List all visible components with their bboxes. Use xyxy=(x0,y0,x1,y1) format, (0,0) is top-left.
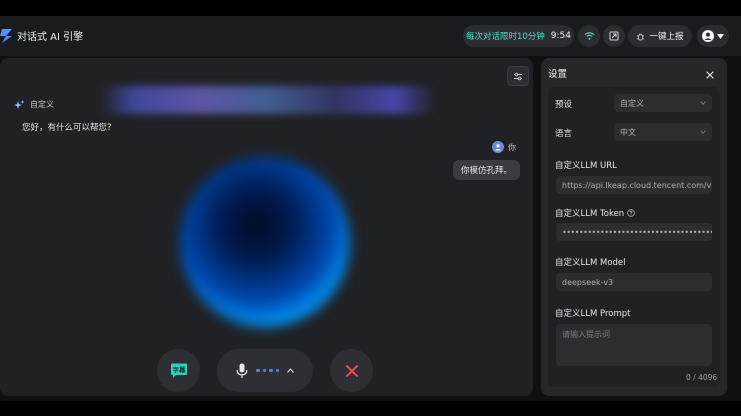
close-x-icon xyxy=(345,364,358,377)
pip-button[interactable] xyxy=(603,25,625,47)
person-icon xyxy=(495,144,501,151)
subtitle-toggle-button[interactable]: 字幕 xyxy=(157,349,200,392)
audio-level-dot xyxy=(269,368,273,373)
preset-label: 预设 xyxy=(555,100,573,110)
end-call-button[interactable] xyxy=(330,349,373,392)
caret-down-icon xyxy=(717,33,724,39)
report-label: 一键上报 xyxy=(649,32,684,42)
microphone-icon xyxy=(236,363,248,378)
app-title: 对话式 AI 引擎 xyxy=(17,32,84,43)
user-header: 你 xyxy=(492,141,516,153)
settings-title: 设置 xyxy=(548,69,568,80)
preset-value: 自定义 xyxy=(620,98,644,108)
top-letterbox xyxy=(0,0,741,16)
user-avatar-icon xyxy=(702,30,714,42)
audio-level-dot xyxy=(256,368,260,373)
chevron-up-icon[interactable] xyxy=(287,368,294,373)
settings-toggle-button[interactable] xyxy=(507,66,529,86)
wifi-icon xyxy=(584,32,594,40)
agent-message: 您好，有什么可以帮您? xyxy=(22,123,112,133)
llm-model-input[interactable]: deepseek-v3 xyxy=(556,273,712,291)
account-menu-button[interactable] xyxy=(697,25,729,47)
timer-value: 9:54 xyxy=(550,31,572,41)
user-name: 你 xyxy=(508,142,516,152)
help-icon[interactable] xyxy=(627,209,636,217)
blurred-video-strip xyxy=(100,86,435,114)
app-header: 对话式 AI 引擎 每次对话限时10分钟 9:54 一键上报 xyxy=(0,16,741,56)
llm-prompt-textarea[interactable]: 请输入提示词 xyxy=(556,324,712,366)
chevron-down-icon xyxy=(700,130,706,134)
preset-select[interactable]: 自定义 xyxy=(614,94,712,112)
user-avatar xyxy=(492,141,504,153)
subtitle-icon: 字幕 xyxy=(170,363,187,378)
bottom-letterbox xyxy=(0,401,741,416)
llm-url-label: 自定义LLM URL xyxy=(555,161,617,171)
bug-icon xyxy=(637,33,645,41)
close-icon[interactable] xyxy=(705,70,715,80)
agent-name: 自定义 xyxy=(30,100,54,109)
subtitle-label: 字幕 xyxy=(172,365,186,374)
sparkle-icon xyxy=(14,99,25,109)
audio-level-indicator xyxy=(256,368,279,373)
network-button[interactable] xyxy=(578,25,600,47)
llm-token-input[interactable]: •••••••••••••••••••••••••••••••••••• xyxy=(556,223,712,241)
language-value: 中文 xyxy=(620,127,636,137)
user-message: 你模仿孔拜。 xyxy=(453,160,521,180)
report-button[interactable]: 一键上报 xyxy=(628,25,692,47)
audio-level-dot xyxy=(262,368,266,373)
sliders-icon xyxy=(514,72,522,80)
chevron-down-icon xyxy=(700,101,706,105)
audio-level-dot xyxy=(275,368,279,373)
llm-prompt-label: 自定义LLM Prompt xyxy=(555,309,631,319)
agent-header: 自定义 xyxy=(14,99,54,110)
picture-in-picture-icon xyxy=(609,31,619,41)
llm-url-input[interactable]: https://api.lkeap.cloud.tencent.com/v1/ xyxy=(556,176,712,194)
llm-token-label-text: 自定义LLM Token xyxy=(555,209,625,219)
session-timer: 每次对话限时10分钟 9:54 xyxy=(463,25,574,47)
prompt-char-counter: 0 / 4096 xyxy=(686,373,718,382)
language-select[interactable]: 中文 xyxy=(614,123,712,141)
llm-model-label: 自定义LLM Model xyxy=(555,258,626,268)
logo-icon xyxy=(0,29,12,43)
ai-voice-orb xyxy=(180,157,350,327)
microphone-control[interactable] xyxy=(217,349,313,392)
language-label: 语言 xyxy=(555,129,573,139)
llm-token-label: 自定义LLM Token xyxy=(555,207,636,219)
timer-label: 每次对话限时10分钟 xyxy=(465,32,545,42)
